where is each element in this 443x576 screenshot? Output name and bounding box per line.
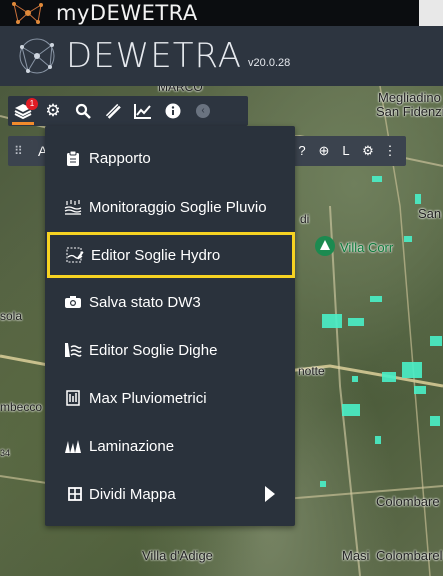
zoom-icon[interactable]: ⊕ <box>316 143 332 159</box>
app-brand: DEWETRA <box>66 36 243 76</box>
map-label: di <box>300 212 310 226</box>
map-label: Megliadino <box>378 90 441 105</box>
map-label: Villa Corr <box>340 240 394 255</box>
camera-icon <box>61 295 85 309</box>
tools-menu: Rapporto Monitoraggio Soglie Pluvio Edit… <box>45 126 295 526</box>
more-icon[interactable]: ⋮ <box>382 143 398 159</box>
info-button[interactable] <box>158 96 188 126</box>
chart-icon <box>134 104 151 119</box>
settings-icon[interactable]: ⚙ <box>360 143 376 159</box>
menu-item-label: Max Pluviometrici <box>89 389 207 407</box>
menu-item-label: Monitoraggio Soglie Pluvio <box>89 198 267 216</box>
settings-icon: ⚙ <box>45 101 61 120</box>
search-button[interactable] <box>68 96 98 126</box>
menu-item-label: Dividi Mappa <box>89 485 176 503</box>
window-titlebar: myDEWETRA <box>0 0 443 26</box>
menu-item-label: Editor Soglie Hydro <box>91 246 221 264</box>
menu-item-label: Rapporto <box>89 149 151 167</box>
menu-item-salva-stato-dw3[interactable]: Salva stato DW3 <box>45 280 295 324</box>
clipboard-icon <box>61 150 85 167</box>
map-label: San Fidenzi <box>376 104 443 119</box>
menu-item-monitoraggio-soglie-pluvio[interactable]: Monitoraggio Soglie Pluvio <box>45 185 295 229</box>
map-toolbar: 1 ⚙ ‹ <box>8 96 248 126</box>
layers-badge: 1 <box>26 98 38 110</box>
layers-button[interactable]: 1 <box>8 96 38 126</box>
map-label: sola <box>0 309 23 323</box>
window-title: myDEWETRA <box>56 1 198 25</box>
app-version: v20.0.28 <box>248 57 291 69</box>
lamination-icon <box>61 438 85 454</box>
help-icon[interactable]: ? <box>294 143 310 158</box>
window-control[interactable] <box>419 0 443 26</box>
menu-item-label: Laminazione <box>89 437 175 455</box>
map-label: MARCO <box>158 86 203 94</box>
measure-button[interactable] <box>98 96 128 126</box>
map-label: Masi <box>342 548 370 563</box>
menu-item-editor-soglie-hydro[interactable]: Editor Soglie Hydro <box>47 232 295 278</box>
dam-icon <box>61 342 85 358</box>
info-icon <box>165 103 181 119</box>
menu-item-rapporto[interactable]: Rapporto <box>45 136 295 180</box>
hydro-edit-icon <box>63 247 87 263</box>
menu-item-label: Salva stato DW3 <box>89 293 201 311</box>
settings-button[interactable]: ⚙ <box>38 96 68 126</box>
collapse-icon[interactable]: ‹ <box>196 104 210 118</box>
app-header: DEWETRA v20.0.28 <box>0 26 443 86</box>
map-label: Colombare <box>376 494 440 509</box>
map-poi-marker-icon <box>315 236 335 256</box>
submenu-arrow-icon <box>265 486 275 502</box>
dewetra-logo-icon <box>19 38 55 74</box>
map-label: San <box>418 206 442 221</box>
search-icon <box>75 103 91 119</box>
measure-icon <box>105 103 121 119</box>
grid-icon <box>63 487 87 501</box>
map-label: 34 <box>0 448 11 458</box>
map-label: Colombarel <box>376 548 443 563</box>
menu-item-max-pluviometrici[interactable]: Max Pluviometrici <box>45 376 295 420</box>
menu-item-laminazione[interactable]: Laminazione <box>45 424 295 468</box>
menu-item-dividi-mappa[interactable]: Dividi Mappa <box>45 472 295 516</box>
app-logo-icon <box>12 2 43 24</box>
document-icon <box>61 390 85 406</box>
menu-item-editor-soglie-dighe[interactable]: Editor Soglie Dighe <box>45 328 295 372</box>
map-label: Villa d'Adige <box>142 548 213 563</box>
map-label: mbecco <box>0 400 43 414</box>
chart-button[interactable] <box>128 96 158 126</box>
menu-item-label: Editor Soglie Dighe <box>89 341 218 359</box>
legend-icon[interactable]: L <box>338 143 354 158</box>
rain-icon <box>61 199 85 215</box>
map-label: notte <box>298 364 325 378</box>
drag-handle-icon[interactable]: ⠿ <box>14 144 23 158</box>
